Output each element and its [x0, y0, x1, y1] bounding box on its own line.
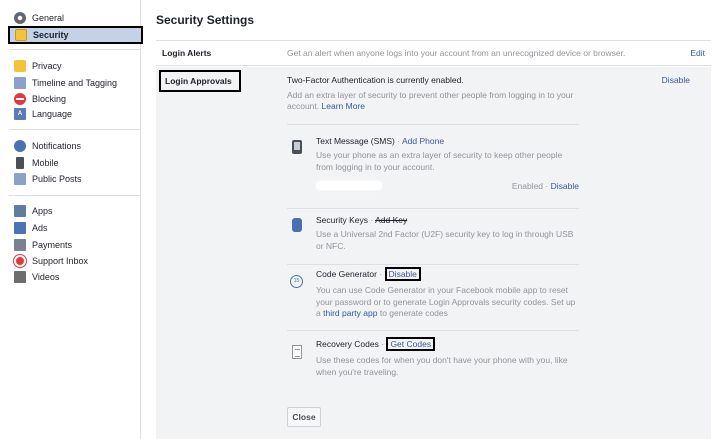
- learn-more-link[interactable]: Learn More: [322, 101, 365, 111]
- sidebar-item-videos[interactable]: Videos: [9, 269, 141, 285]
- sms-disable-link[interactable]: Disable: [551, 181, 579, 191]
- get-codes-link[interactable]: Get Codes: [386, 337, 436, 351]
- add-phone-link[interactable]: Add Phone: [402, 136, 444, 146]
- payments-icon: [14, 239, 26, 251]
- two-factor-description: Add an extra layer of security to preven…: [287, 90, 587, 112]
- sidebar-item-support-inbox[interactable]: Support Inbox: [9, 253, 141, 269]
- sidebar-item-label: Public Posts: [32, 174, 82, 184]
- login-alerts-row[interactable]: Login Alerts Get an alert when anyone lo…: [156, 40, 711, 66]
- recovery-codes-icon: [292, 345, 302, 359]
- main-content: Security Settings Login Alerts Get an al…: [141, 0, 720, 439]
- sms-status-line: Enabled · Disable: [512, 181, 579, 191]
- code-generator-method: 15 Code Generator · Disable You can use …: [287, 264, 579, 330]
- sidebar-item-label: Ads: [32, 223, 48, 233]
- generator-title-line: Code Generator · Disable: [316, 267, 421, 281]
- lifebuoy-icon: [14, 255, 26, 267]
- mobile-icon: [16, 157, 24, 169]
- sidebar-item-notifications[interactable]: Notifications: [9, 138, 141, 154]
- keys-title-line: Security Keys · Add Key: [316, 215, 407, 225]
- separator-dot: ·: [370, 215, 374, 225]
- add-key-link[interactable]: Add Key: [375, 215, 407, 225]
- timeline-icon: [14, 77, 26, 89]
- sidebar-divider: [9, 49, 141, 50]
- sidebar-item-label: Language: [32, 109, 73, 119]
- public-posts-icon: [14, 173, 26, 185]
- recovery-title-line: Recovery Codes · Get Codes: [316, 337, 436, 351]
- sms-description: Use your phone as an extra layer of secu…: [316, 150, 563, 172]
- separator-dot: ·: [381, 339, 385, 349]
- ads-icon: [14, 222, 26, 234]
- sidebar-item-label: Apps: [32, 206, 53, 216]
- sms-enabled-status: Enabled: [511, 181, 544, 191]
- privacy-icon: [14, 60, 26, 72]
- settings-sidebar: General Security Privacy Timeline and Ta…: [0, 0, 143, 439]
- sidebar-item-label: Notifications: [32, 141, 82, 151]
- generator-description: You can use Code Generator in your Faceb…: [316, 285, 578, 320]
- recovery-codes-method: Recovery Codes · Get Codes Use these cod…: [287, 330, 579, 390]
- recovery-title: Recovery Codes: [316, 339, 379, 349]
- film-icon: [14, 271, 26, 283]
- sms-title-line: Text Message (SMS) · Add Phone: [316, 136, 444, 146]
- close-button[interactable]: Close: [287, 407, 321, 427]
- sidebar-item-mobile[interactable]: Mobile: [9, 155, 141, 171]
- login-approvals-panel: Login Approvals Two-Factor Authenticatio…: [156, 67, 711, 439]
- sidebar-item-payments[interactable]: Payments: [9, 237, 141, 253]
- redacted-phone-number: [316, 181, 382, 190]
- separator-dot: ·: [545, 181, 549, 191]
- generator-description-end: to generate codes: [379, 308, 448, 318]
- sidebar-item-ads[interactable]: Ads: [9, 220, 141, 236]
- sidebar-item-privacy[interactable]: Privacy: [9, 58, 141, 74]
- keys-description: Use a Universal 2nd Factor (U2F) securit…: [316, 229, 574, 251]
- generator-disable-link[interactable]: Disable: [384, 267, 421, 281]
- login-approvals-title: Login Approvals: [159, 70, 241, 92]
- usb-key-icon: [292, 218, 302, 232]
- language-icon: A: [14, 108, 26, 120]
- security-keys-method: Security Keys · Add Key Use a Universal …: [287, 208, 579, 264]
- sidebar-item-label: Support Inbox: [32, 256, 89, 266]
- generator-title: Code Generator: [316, 269, 377, 279]
- two-factor-disable-link[interactable]: Disable: [662, 75, 690, 85]
- sidebar-item-label: Blocking: [32, 94, 67, 104]
- sidebar-divider: [9, 195, 141, 196]
- sidebar-item-language[interactable]: A Language: [9, 106, 141, 122]
- sidebar-item-apps[interactable]: Apps: [9, 203, 141, 219]
- keys-title: Security Keys: [316, 215, 368, 225]
- page-title: Security Settings: [156, 13, 255, 27]
- sidebar-item-label: Videos: [32, 272, 60, 282]
- apps-icon: [14, 205, 26, 217]
- two-factor-status: Two-Factor Authentication is currently e…: [287, 75, 464, 85]
- separator-dot: ·: [397, 136, 401, 146]
- login-alerts-title: Login Alerts: [162, 48, 212, 58]
- sms-method: Text Message (SMS) · Add Phone Use your …: [287, 124, 579, 208]
- sidebar-item-blocking[interactable]: Blocking: [9, 91, 141, 107]
- separator-dot: ·: [379, 269, 383, 279]
- login-alerts-edit-link[interactable]: Edit: [690, 48, 705, 58]
- code-generator-icon: 15: [290, 275, 303, 288]
- gear-icon: [14, 12, 26, 24]
- sidebar-item-label: Payments: [32, 240, 73, 250]
- sidebar-item-label: Timeline and Tagging: [32, 78, 118, 88]
- login-alerts-description: Get an alert when anyone logs into your …: [287, 48, 626, 58]
- sidebar-item-public-posts[interactable]: Public Posts: [9, 171, 141, 187]
- lock-icon: [15, 29, 27, 41]
- sms-title: Text Message (SMS): [316, 136, 395, 146]
- third-party-app-link[interactable]: third party app: [323, 308, 377, 318]
- sidebar-item-label: Mobile: [32, 158, 59, 168]
- sidebar-item-label: General: [32, 13, 65, 23]
- sidebar-item-timeline[interactable]: Timeline and Tagging: [9, 75, 141, 91]
- sidebar-divider: [9, 129, 141, 130]
- sidebar-item-label: Security: [33, 30, 69, 40]
- recovery-description: Use these codes for when you don't have …: [316, 355, 568, 377]
- sidebar-item-general[interactable]: General: [9, 10, 141, 26]
- block-icon: [14, 93, 26, 105]
- globe-icon: [14, 140, 26, 152]
- phone-icon: [292, 140, 302, 154]
- sidebar-item-label: Privacy: [32, 61, 62, 71]
- sidebar-item-security[interactable]: Security: [8, 26, 143, 44]
